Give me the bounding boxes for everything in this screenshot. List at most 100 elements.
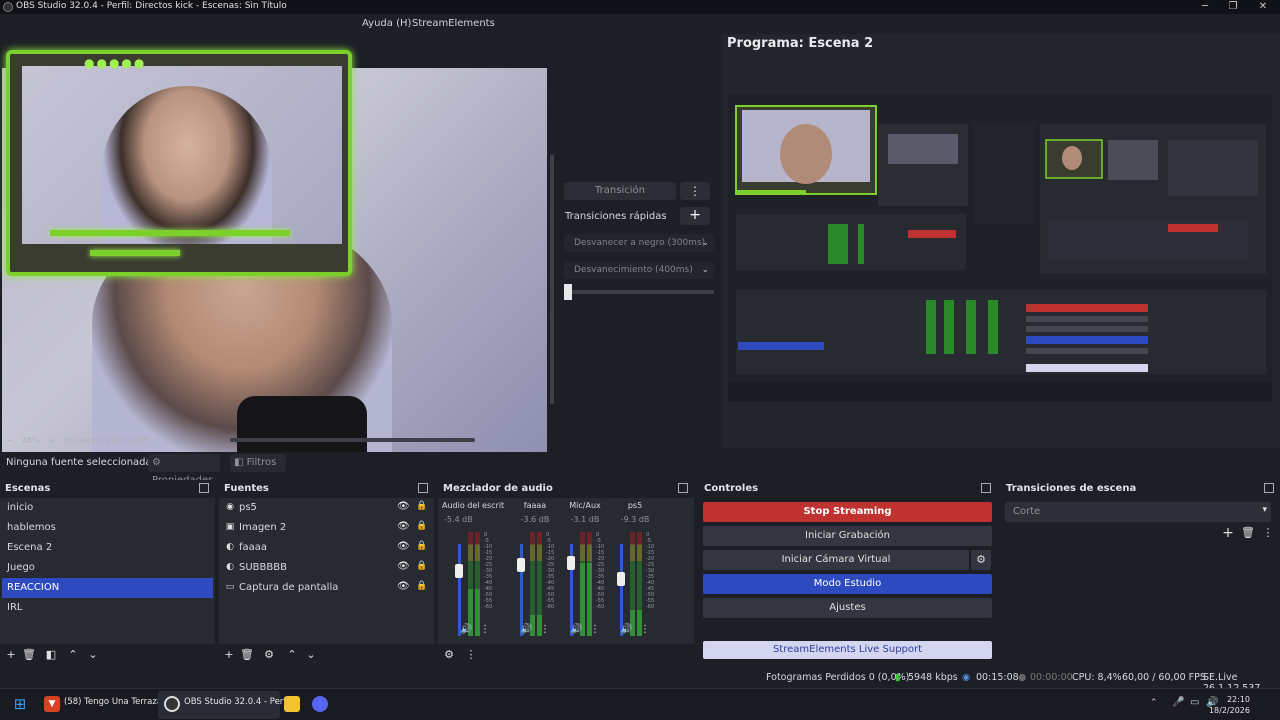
zoom-in-button[interactable]: + bbox=[48, 436, 55, 445]
quick-transition-select[interactable]: Desvanecimiento (400ms) ⌄ bbox=[564, 261, 714, 279]
add-transition-icon[interactable]: + bbox=[1221, 526, 1235, 540]
move-up-icon[interactable]: ⌃ bbox=[285, 648, 299, 662]
volume-fader-track[interactable] bbox=[458, 544, 461, 636]
mute-speaker-icon[interactable]: 🔊 bbox=[620, 624, 632, 635]
folder-icon[interactable] bbox=[284, 696, 300, 712]
move-down-icon[interactable]: ⌄ bbox=[86, 648, 100, 662]
scale-dropdown-icon[interactable]: ▾ bbox=[144, 435, 148, 444]
virtual-camera-button[interactable]: Iniciar Cámara Virtual bbox=[703, 550, 969, 570]
undock-icon[interactable] bbox=[981, 483, 991, 493]
t-bar-track bbox=[564, 290, 714, 294]
delete-transition-icon[interactable]: 🗑 bbox=[1241, 526, 1255, 540]
mute-speaker-icon[interactable]: 🔊 bbox=[570, 624, 582, 635]
scene-item[interactable]: hablemos bbox=[2, 518, 213, 538]
studio-mode-button[interactable]: Modo Estudio bbox=[703, 574, 992, 594]
undock-icon[interactable] bbox=[199, 483, 209, 493]
mute-speaker-icon[interactable]: 🔊 bbox=[460, 624, 472, 635]
delete-scene-icon[interactable]: 🗑 bbox=[22, 648, 36, 662]
obs-icon[interactable] bbox=[164, 696, 180, 712]
start-recording-button[interactable]: Iniciar Grabación bbox=[703, 526, 992, 546]
scene-item[interactable]: Juego bbox=[2, 558, 213, 578]
add-scene-icon[interactable]: + bbox=[4, 648, 18, 662]
add-source-icon[interactable]: + bbox=[222, 648, 236, 662]
windows-start-icon[interactable]: ⊞ bbox=[12, 696, 28, 712]
source-item[interactable]: ▣ Imagen 2 👁 🔒 bbox=[219, 518, 432, 538]
channel-menu-icon[interactable]: ⋮ bbox=[480, 624, 490, 635]
transition-select[interactable]: Corte ▾ bbox=[1005, 502, 1271, 522]
volume-fader-track[interactable] bbox=[620, 544, 623, 636]
system-clock[interactable]: 22:10 18/2/2026 bbox=[1209, 694, 1250, 716]
undock-icon[interactable] bbox=[678, 483, 688, 493]
channel-menu-icon[interactable]: ⋮ bbox=[590, 624, 600, 635]
volume-fader-knob[interactable] bbox=[455, 564, 463, 578]
eye-icon[interactable]: 👁 bbox=[397, 521, 410, 532]
maximize-button[interactable]: ❐ bbox=[1216, 0, 1250, 14]
mute-speaker-icon[interactable]: 🔊 bbox=[520, 624, 532, 635]
lock-icon[interactable]: 🔒 bbox=[416, 581, 427, 591]
lock-icon[interactable]: 🔒 bbox=[416, 561, 427, 571]
undock-icon[interactable] bbox=[418, 483, 428, 493]
menu-streamelements[interactable]: StreamElements bbox=[412, 18, 495, 29]
source-item[interactable]: ◐ SUBBBBB 👁 🔒 bbox=[219, 558, 432, 578]
lock-icon[interactable]: 🔒 bbox=[416, 501, 427, 511]
source-label: SUBBBBB bbox=[239, 562, 287, 573]
tray-chevron-icon[interactable]: ⌃ bbox=[1150, 698, 1158, 708]
brave-browser-icon[interactable]: ▼ bbox=[44, 696, 60, 712]
scene-item-selected[interactable]: REACCION bbox=[2, 578, 213, 598]
menu-help[interactable]: Ayuda (H) bbox=[362, 18, 411, 29]
microphone-icon[interactable]: 🎤 bbox=[1172, 697, 1184, 708]
properties-button[interactable]: ⚙ Propiedades bbox=[148, 454, 220, 486]
t-bar-handle[interactable] bbox=[564, 284, 572, 300]
scene-item[interactable]: IRL bbox=[2, 598, 213, 618]
streamelements-support-button[interactable]: StreamElements Live Support bbox=[703, 641, 992, 659]
scene-item[interactable]: inicio bbox=[2, 498, 213, 518]
taskbar-item-browser[interactable]: (58) Tengo Una Terraza bbox=[64, 697, 162, 707]
zoom-level: 48% bbox=[22, 436, 40, 445]
move-down-icon[interactable]: ⌄ bbox=[304, 648, 318, 662]
move-up-icon[interactable]: ⌃ bbox=[66, 648, 80, 662]
mixer-menu-icon[interactable]: ⋮ bbox=[464, 648, 478, 662]
filters-button[interactable]: ◧ Filtros bbox=[230, 454, 286, 472]
gear-icon[interactable]: ⚙ bbox=[971, 550, 991, 570]
quick-transition-select[interactable]: Desvanecer a negro (300ms) ⌄ bbox=[564, 234, 714, 252]
discord-icon[interactable] bbox=[312, 696, 328, 712]
quick-transition-label: Desvanecer a negro (300ms) bbox=[574, 238, 706, 248]
network-icon[interactable]: ▭ bbox=[1190, 697, 1199, 708]
transition-menu-icon[interactable]: ⋮ bbox=[680, 182, 710, 200]
lock-icon[interactable]: 🔒 bbox=[416, 541, 427, 551]
eye-icon[interactable]: 👁 bbox=[397, 561, 410, 572]
transition-button[interactable]: Transición bbox=[564, 182, 676, 200]
eye-icon[interactable]: 👁 bbox=[397, 541, 410, 552]
preview-horizontal-scrollbar[interactable] bbox=[230, 438, 475, 442]
filter-scene-icon[interactable]: ◧ bbox=[44, 648, 58, 662]
settings-button[interactable]: Ajustes bbox=[703, 598, 992, 618]
lock-icon[interactable]: 🔒 bbox=[416, 521, 427, 531]
mixer-channel: ps5 -9.3 dB 0 -5 -10 -15 -20 -25 -30 -35 -40 -45-… bbox=[604, 498, 666, 644]
preview-vertical-scrollbar[interactable] bbox=[550, 154, 554, 404]
source-label: Captura de pantalla bbox=[239, 582, 339, 593]
webcam-overlay-frame[interactable]: ●●●●● bbox=[6, 50, 352, 276]
add-quick-transition-button[interactable]: + bbox=[680, 207, 710, 225]
source-item[interactable]: ◉ ps5 👁 🔒 bbox=[219, 498, 432, 518]
eye-icon[interactable]: 👁 bbox=[397, 581, 410, 592]
zoom-out-button[interactable]: − bbox=[6, 436, 13, 445]
undock-icon[interactable] bbox=[1264, 483, 1274, 493]
taskbar-item-obs[interactable]: OBS Studio 32.0.4 - Perf bbox=[184, 697, 286, 707]
volume-fader-knob[interactable] bbox=[517, 558, 525, 572]
channel-menu-icon[interactable]: ⋮ bbox=[640, 624, 650, 635]
channel-menu-icon[interactable]: ⋮ bbox=[540, 624, 550, 635]
volume-fader-knob[interactable] bbox=[617, 572, 625, 586]
stop-streaming-button[interactable]: Stop Streaming bbox=[703, 502, 992, 522]
volume-fader-knob[interactable] bbox=[567, 556, 575, 570]
advanced-audio-icon[interactable]: ⚙ bbox=[442, 648, 456, 662]
delete-source-icon[interactable]: 🗑 bbox=[240, 648, 254, 662]
eye-icon[interactable]: 👁 bbox=[397, 501, 410, 512]
scene-item[interactable]: Escena 2 bbox=[2, 538, 213, 558]
transition-menu-icon[interactable]: ⋮ bbox=[1261, 526, 1275, 540]
source-item[interactable]: ▭ Captura de pantalla 👁 🔒 bbox=[219, 578, 432, 598]
record-icon: ● bbox=[1018, 672, 1027, 683]
source-item[interactable]: ◐ faaaa 👁 🔒 bbox=[219, 538, 432, 558]
close-button[interactable]: ✕ bbox=[1246, 0, 1280, 14]
source-settings-icon[interactable]: ⚙ bbox=[262, 648, 276, 662]
quick-transitions-label: Transiciones rápidas bbox=[565, 211, 667, 222]
